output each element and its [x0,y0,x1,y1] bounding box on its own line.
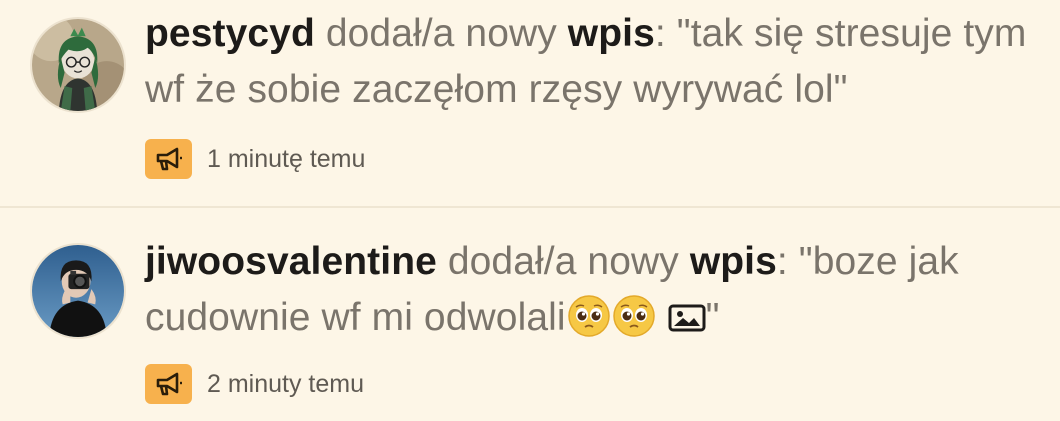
type-badge [145,364,192,404]
username[interactable]: pestycyd [145,12,315,55]
pleading-face-emoji-icon [612,295,655,337]
megaphone-icon [156,147,182,171]
colon: : [654,12,677,55]
object-type: wpis [567,12,655,55]
notification-feed: pestycyd dodał/a nowy wpis: "tak się str… [0,0,1060,421]
username[interactable]: jiwoosvalentine [145,240,437,283]
action-text: dodał/a nowy [314,12,568,55]
timestamp: 2 minuty temu [207,369,365,398]
type-badge [145,139,192,179]
person-with-camera-avatar-icon [32,245,124,337]
notification-meta: 1 minutę temu [145,139,365,179]
avatar[interactable] [30,17,126,113]
notification-item[interactable]: jiwoosvalentine dodał/a nowy wpis: "boze… [0,208,1060,421]
notification-text[interactable]: pestycyd dodał/a nowy wpis: "tak się str… [145,6,1045,118]
quote-close: " [705,296,720,339]
object-type: wpis [689,240,777,283]
colon: : [776,240,799,283]
avatar[interactable] [30,243,126,339]
notification-meta: 2 minuty temu [145,364,364,404]
pleading-face-emoji-icon [567,295,610,337]
image-icon [668,304,706,332]
timestamp: 1 minutę temu [207,144,366,173]
action-text: dodał/a nowy [436,240,690,283]
megaphone-icon [156,372,182,396]
notification-item[interactable]: pestycyd dodał/a nowy wpis: "tak się str… [0,0,1060,206]
notification-text[interactable]: jiwoosvalentine dodał/a nowy wpis: "boze… [145,234,1045,346]
green-haired-character-avatar-icon [32,19,124,111]
